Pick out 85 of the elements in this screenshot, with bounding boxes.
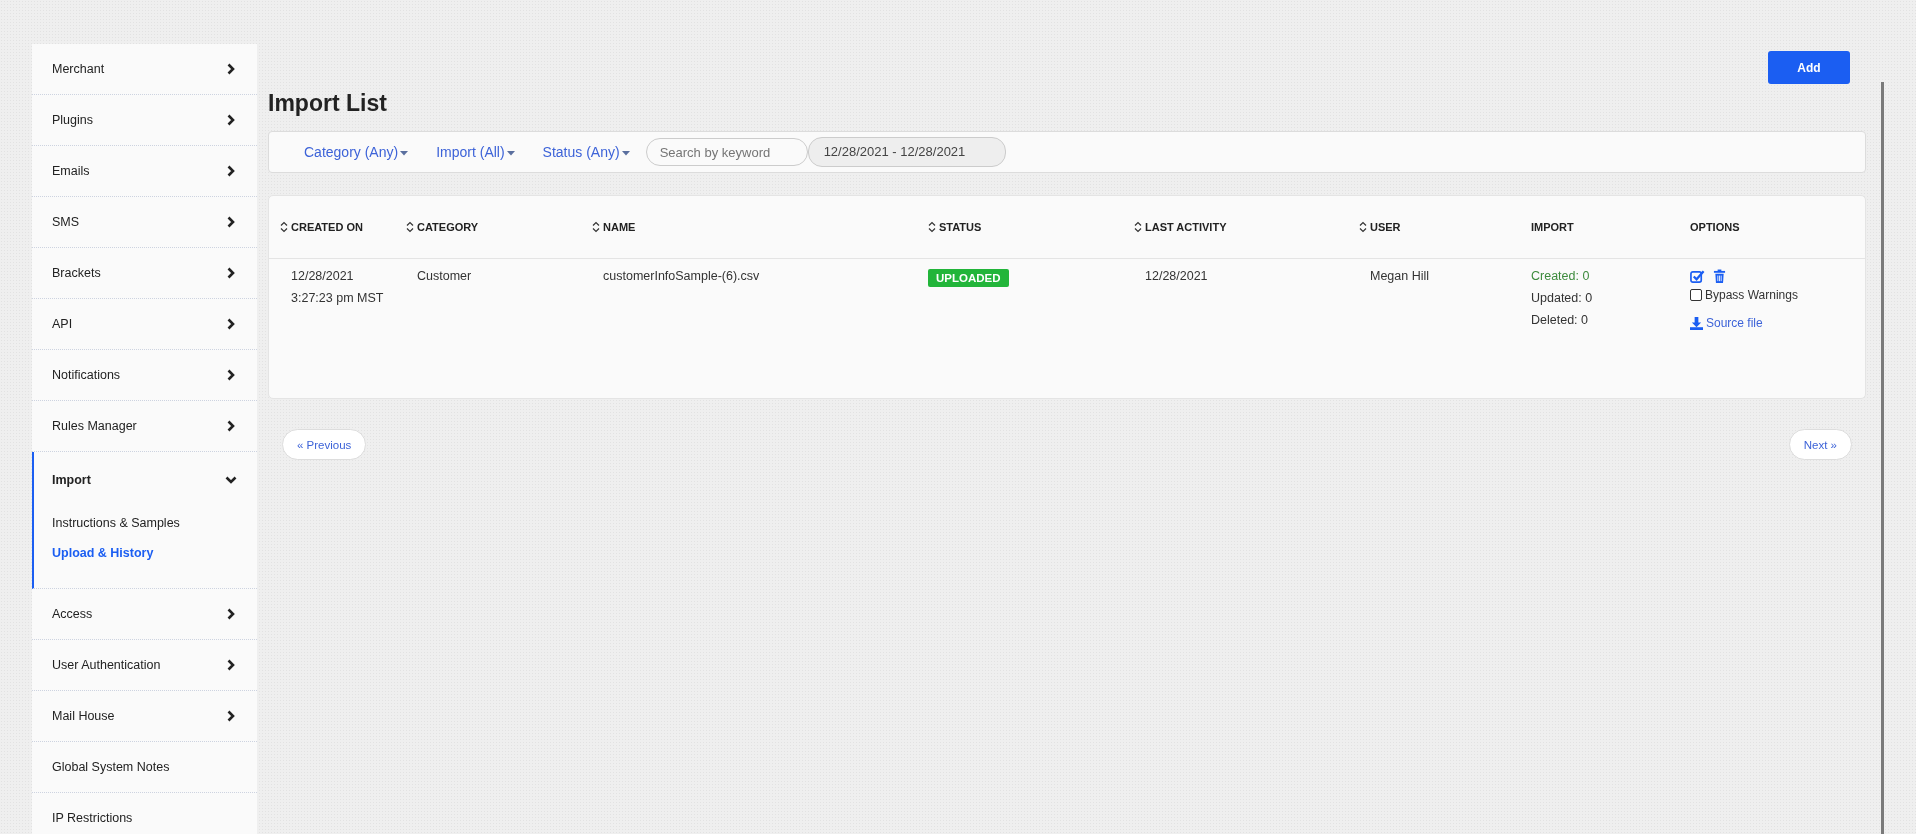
sidebar-item-label: Brackets (52, 266, 101, 280)
column-header: CREATED ON (291, 221, 363, 233)
sort-icon[interactable] (1359, 221, 1367, 233)
search-field[interactable]: Search by keyword (645, 138, 808, 166)
table-cell: Customer (417, 269, 472, 283)
sidebar-item[interactable]: Plugins (32, 95, 257, 146)
download-icon (1690, 316, 1703, 330)
chevron-right-icon (225, 608, 237, 620)
table-cell-text: 12/28/2021 (291, 269, 355, 283)
caret-icon (506, 150, 515, 156)
column-header: STATUS (939, 221, 982, 233)
previous-button[interactable]: « Previous (282, 429, 367, 460)
caret-icon (400, 150, 409, 156)
submenu-item[interactable]: Upload & History (34, 538, 257, 568)
sidebar-item-label: SMS (52, 215, 80, 229)
date-range-field[interactable]: 12/28/2021 - 12/28/2021 (807, 137, 1007, 167)
sidebar-item-label: API (52, 317, 73, 331)
column-header: CATEGORY (417, 221, 479, 233)
sidebar-item[interactable]: API (32, 299, 257, 350)
checkbox[interactable] (1690, 289, 1702, 301)
chevron-right-icon (225, 318, 237, 330)
sort-icon[interactable] (1134, 221, 1142, 233)
column-header: NAME (603, 221, 636, 233)
sidebar-item-label: User Authentication (52, 658, 161, 672)
sidebar-item[interactable]: Mail House (32, 691, 257, 742)
column-header: OPTIONS (1690, 221, 1740, 233)
sidebar-item-label: Plugins (52, 113, 93, 127)
import-count: Deleted: 0 (1531, 313, 1589, 327)
column-header: LAST ACTIVITY (1145, 221, 1227, 233)
sort-icon[interactable] (280, 221, 288, 233)
page-title: Import List (268, 90, 388, 117)
sidebar-item-label: Notifications (52, 368, 121, 382)
sidebar-item[interactable]: Global System Notes (32, 742, 257, 793)
sidebar-item-label: Emails (52, 164, 90, 178)
submenu-item[interactable]: Instructions & Samples (34, 508, 257, 538)
chevron-down-icon (225, 474, 237, 486)
chevron-right-icon (225, 420, 237, 432)
checkbox-label: Bypass Warnings (1705, 288, 1798, 302)
sidebar-item-label: Merchant (52, 62, 105, 76)
sidebar-item-label: Import (52, 473, 91, 487)
scrollbar[interactable] (1881, 82, 1884, 834)
sidebar-item-label: Mail House (52, 709, 115, 723)
sidebar-item[interactable]: Brackets (32, 248, 257, 299)
filter-dropdown[interactable]: Status (Any) (542, 144, 630, 160)
filter-dropdown[interactable]: Import (All) (436, 144, 515, 160)
column-header: USER (1370, 221, 1401, 233)
sidebar-item[interactable]: Access (32, 589, 257, 640)
sidebar-item[interactable]: SMS (32, 197, 257, 248)
checkbox-edit-icon[interactable] (1690, 269, 1705, 284)
table-cell: 12/28/2021 (1145, 269, 1208, 283)
chevron-right-icon (225, 63, 237, 75)
sidebar-item-label: Global System Notes (52, 760, 170, 774)
chevron-right-icon (225, 267, 237, 279)
import-count: Created: 0 (1531, 269, 1591, 283)
chevron-right-icon (225, 659, 237, 671)
chevron-right-icon (225, 369, 237, 381)
next-button[interactable]: Next » (1788, 429, 1852, 460)
sidebar-item-label: Rules Manager (52, 419, 137, 433)
table-cell: customerInfoSample-(6).csv (603, 269, 760, 283)
table-cell-text: 3:27:23 pm MST (291, 291, 385, 305)
filter-dropdown[interactable]: Category (Any) (304, 144, 409, 160)
sort-icon[interactable] (406, 221, 414, 233)
sidebar-item-label: Access (52, 607, 93, 621)
sidebar-item[interactable]: Notifications (32, 350, 257, 401)
sort-icon[interactable] (592, 221, 600, 233)
sidebar-item[interactable]: Rules Manager (32, 401, 257, 452)
sidebar-item[interactable]: IP Restrictions (32, 793, 257, 834)
sidebar-item[interactable]: Emails (32, 146, 257, 197)
chevron-right-icon (225, 165, 237, 177)
chevron-right-icon (225, 216, 237, 228)
sidebar-item-label: IP Restrictions (52, 811, 133, 825)
column-header: IMPORT (1531, 221, 1574, 233)
add-button[interactable]: Add (1768, 51, 1850, 84)
trash-icon[interactable] (1713, 269, 1726, 284)
sidebar-item[interactable]: User Authentication (32, 640, 257, 691)
chevron-right-icon (225, 710, 237, 722)
sidebar-item[interactable]: Import Instructions & Samples Upload & History (32, 452, 257, 589)
table-cell: Megan Hill (1370, 269, 1430, 283)
chevron-right-icon (225, 114, 237, 126)
status-badge: UPLOADED (928, 269, 1009, 287)
sort-icon[interactable] (928, 221, 936, 233)
source-file-link[interactable]: Source file (1690, 316, 1763, 330)
caret-icon (621, 150, 630, 156)
import-count: Updated: 0 (1531, 291, 1594, 305)
sidebar-item[interactable]: Merchant (32, 44, 257, 95)
